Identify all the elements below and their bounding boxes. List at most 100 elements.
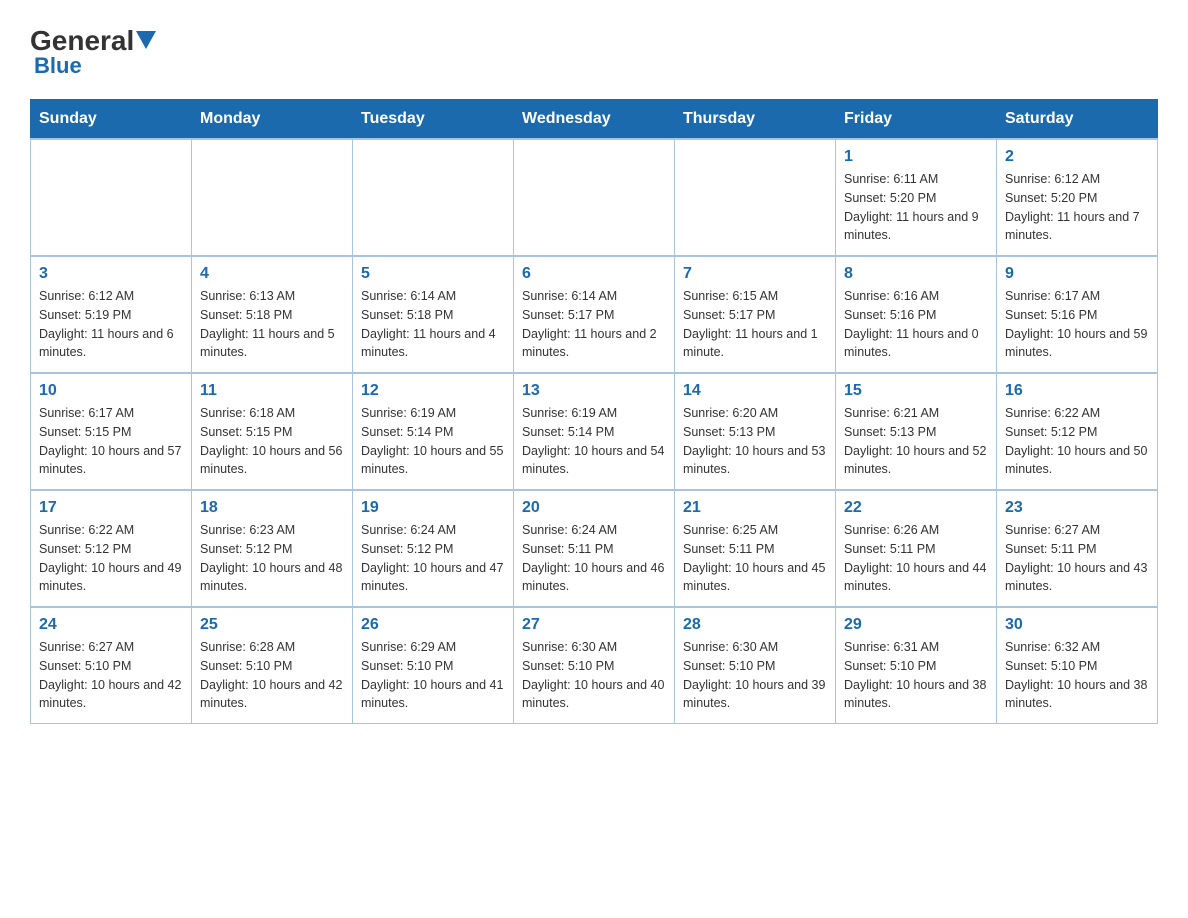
table-row: 20Sunrise: 6:24 AMSunset: 5:11 PMDayligh… xyxy=(514,490,675,607)
day-number: 6 xyxy=(522,265,666,283)
table-row: 5Sunrise: 6:14 AMSunset: 5:18 PMDaylight… xyxy=(353,256,514,373)
table-row: 10 Sunrise: 6:17 AMSunset: 5:15 PMDayligh… xyxy=(31,373,192,490)
calendar-table: Sunday Monday Tuesday Wednesday Thursday… xyxy=(30,99,1158,724)
day-info: Sunrise: 6:21 AMSunset: 5:13 PMDaylight:… xyxy=(844,404,988,479)
day-info: Sunrise: 6:24 AMSunset: 5:12 PMDaylight:… xyxy=(361,521,505,596)
day-info: Sunrise: 6:22 AMSunset: 5:12 PMDaylight:… xyxy=(39,521,183,596)
table-row: 4Sunrise: 6:13 AMSunset: 5:18 PMDaylight… xyxy=(192,256,353,373)
table-row: 1 Sunrise: 6:11 AMSunset: 5:20 PMDaylight… xyxy=(836,139,997,256)
table-row: 19 Sunrise: 6:24 AMSunset: 5:12 PMDayligh… xyxy=(353,490,514,607)
day-info: Sunrise: 6:14 AMSunset: 5:17 PMDaylight:… xyxy=(522,287,666,362)
day-number: 23 xyxy=(1005,499,1149,517)
day-number: 13 xyxy=(522,382,666,400)
day-info: Sunrise: 6:18 AMSunset: 5:15 PMDaylight:… xyxy=(200,404,344,479)
table-row: 6 Sunrise: 6:14 AMSunset: 5:17 PMDaylight… xyxy=(514,256,675,373)
day-info: Sunrise: 6:27 AMSunset: 5:10 PMDaylight:… xyxy=(39,638,183,713)
calendar-header-row: Sunday Monday Tuesday Wednesday Thursday… xyxy=(31,100,1158,140)
day-info: Sunrise: 6:14 AMSunset: 5:18 PMDaylight:… xyxy=(361,287,505,362)
day-info: Sunrise: 6:16 AMSunset: 5:16 PMDaylight:… xyxy=(844,287,988,362)
table-row: 14Sunrise: 6:20 AMSunset: 5:13 PMDayligh… xyxy=(675,373,836,490)
col-saturday: Saturday xyxy=(997,100,1158,140)
calendar-week-row: 24 Sunrise: 6:27 AMSunset: 5:10 PMDayligh… xyxy=(31,607,1158,724)
table-row: 22 Sunrise: 6:26 AMSunset: 5:11 PMDayligh… xyxy=(836,490,997,607)
day-info: Sunrise: 6:11 AMSunset: 5:20 PMDaylight:… xyxy=(844,170,988,245)
day-number: 8 xyxy=(844,265,988,283)
day-info: Sunrise: 6:15 AMSunset: 5:17 PMDaylight:… xyxy=(683,287,827,362)
table-row: 23Sunrise: 6:27 AMSunset: 5:11 PMDayligh… xyxy=(997,490,1158,607)
day-number: 11 xyxy=(200,382,344,400)
day-number: 19 xyxy=(361,499,505,517)
table-row: 15 Sunrise: 6:21 AMSunset: 5:13 PMDayligh… xyxy=(836,373,997,490)
day-info: Sunrise: 6:19 AMSunset: 5:14 PMDaylight:… xyxy=(522,404,666,479)
table-row: 24 Sunrise: 6:27 AMSunset: 5:10 PMDayligh… xyxy=(31,607,192,724)
day-info: Sunrise: 6:30 AMSunset: 5:10 PMDaylight:… xyxy=(683,638,827,713)
table-row: 7 Sunrise: 6:15 AMSunset: 5:17 PMDaylight… xyxy=(675,256,836,373)
table-row: 21 Sunrise: 6:25 AMSunset: 5:11 PMDayligh… xyxy=(675,490,836,607)
day-number: 26 xyxy=(361,616,505,634)
day-number: 29 xyxy=(844,616,988,634)
col-sunday: Sunday xyxy=(31,100,192,140)
table-row: 9Sunrise: 6:17 AMSunset: 5:16 PMDaylight… xyxy=(997,256,1158,373)
day-number: 12 xyxy=(361,382,505,400)
table-row: 8 Sunrise: 6:16 AMSunset: 5:16 PMDaylight… xyxy=(836,256,997,373)
col-monday: Monday xyxy=(192,100,353,140)
day-number: 15 xyxy=(844,382,988,400)
day-number: 27 xyxy=(522,616,666,634)
calendar-week-row: 1 Sunrise: 6:11 AMSunset: 5:20 PMDaylight… xyxy=(31,139,1158,256)
day-info: Sunrise: 6:31 AMSunset: 5:10 PMDaylight:… xyxy=(844,638,988,713)
table-row: 28 Sunrise: 6:30 AMSunset: 5:10 PMDayligh… xyxy=(675,607,836,724)
table-row: 26 Sunrise: 6:29 AMSunset: 5:10 PMDayligh… xyxy=(353,607,514,724)
table-row: 18 Sunrise: 6:23 AMSunset: 5:12 PMDayligh… xyxy=(192,490,353,607)
day-number: 2 xyxy=(1005,148,1149,166)
day-info: Sunrise: 6:23 AMSunset: 5:12 PMDaylight:… xyxy=(200,521,344,596)
table-row: 29 Sunrise: 6:31 AMSunset: 5:10 PMDayligh… xyxy=(836,607,997,724)
day-info: Sunrise: 6:20 AMSunset: 5:13 PMDaylight:… xyxy=(683,404,827,479)
calendar-week-row: 3 Sunrise: 6:12 AMSunset: 5:19 PMDaylight… xyxy=(31,256,1158,373)
day-info: Sunrise: 6:13 AMSunset: 5:18 PMDaylight:… xyxy=(200,287,344,362)
day-info: Sunrise: 6:22 AMSunset: 5:12 PMDaylight:… xyxy=(1005,404,1149,479)
day-number: 18 xyxy=(200,499,344,517)
table-row xyxy=(353,139,514,256)
day-info: Sunrise: 6:12 AMSunset: 5:19 PMDaylight:… xyxy=(39,287,183,362)
table-row xyxy=(675,139,836,256)
day-number: 10 xyxy=(39,382,183,400)
col-wednesday: Wednesday xyxy=(514,100,675,140)
col-friday: Friday xyxy=(836,100,997,140)
day-number: 30 xyxy=(1005,616,1149,634)
col-thursday: Thursday xyxy=(675,100,836,140)
day-number: 22 xyxy=(844,499,988,517)
day-number: 24 xyxy=(39,616,183,634)
logo-triangle-icon xyxy=(136,31,156,49)
day-number: 1 xyxy=(844,148,988,166)
table-row: 25Sunrise: 6:28 AMSunset: 5:10 PMDayligh… xyxy=(192,607,353,724)
day-number: 28 xyxy=(683,616,827,634)
day-info: Sunrise: 6:29 AMSunset: 5:10 PMDaylight:… xyxy=(361,638,505,713)
table-row: 2 Sunrise: 6:12 AMSunset: 5:20 PMDaylight… xyxy=(997,139,1158,256)
day-number: 21 xyxy=(683,499,827,517)
day-number: 16 xyxy=(1005,382,1149,400)
day-info: Sunrise: 6:25 AMSunset: 5:11 PMDaylight:… xyxy=(683,521,827,596)
table-row: 17Sunrise: 6:22 AMSunset: 5:12 PMDayligh… xyxy=(31,490,192,607)
day-info: Sunrise: 6:26 AMSunset: 5:11 PMDaylight:… xyxy=(844,521,988,596)
day-info: Sunrise: 6:17 AMSunset: 5:15 PMDaylight:… xyxy=(39,404,183,479)
day-info: Sunrise: 6:24 AMSunset: 5:11 PMDaylight:… xyxy=(522,521,666,596)
day-info: Sunrise: 6:32 AMSunset: 5:10 PMDaylight:… xyxy=(1005,638,1149,713)
day-number: 9 xyxy=(1005,265,1149,283)
table-row xyxy=(31,139,192,256)
page-header: General Blue xyxy=(30,20,1158,79)
table-row: 13 Sunrise: 6:19 AMSunset: 5:14 PMDayligh… xyxy=(514,373,675,490)
day-number: 3 xyxy=(39,265,183,283)
logo-blue-text: Blue xyxy=(30,53,82,79)
day-number: 7 xyxy=(683,265,827,283)
table-row: 16 Sunrise: 6:22 AMSunset: 5:12 PMDayligh… xyxy=(997,373,1158,490)
day-info: Sunrise: 6:12 AMSunset: 5:20 PMDaylight:… xyxy=(1005,170,1149,245)
calendar-week-row: 10 Sunrise: 6:17 AMSunset: 5:15 PMDayligh… xyxy=(31,373,1158,490)
calendar-week-row: 17Sunrise: 6:22 AMSunset: 5:12 PMDayligh… xyxy=(31,490,1158,607)
table-row: 11 Sunrise: 6:18 AMSunset: 5:15 PMDayligh… xyxy=(192,373,353,490)
table-row: 27Sunrise: 6:30 AMSunset: 5:10 PMDayligh… xyxy=(514,607,675,724)
table-row: 30 Sunrise: 6:32 AMSunset: 5:10 PMDayligh… xyxy=(997,607,1158,724)
day-number: 25 xyxy=(200,616,344,634)
table-row xyxy=(514,139,675,256)
logo: General Blue xyxy=(30,20,156,79)
col-tuesday: Tuesday xyxy=(353,100,514,140)
